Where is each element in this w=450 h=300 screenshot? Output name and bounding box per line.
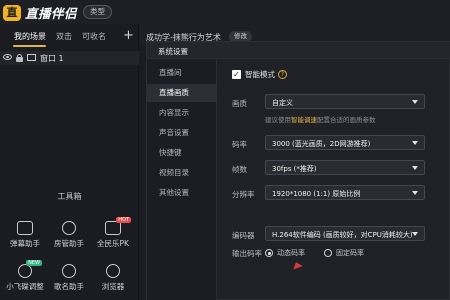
chevron-down-icon xyxy=(412,166,418,170)
tool-label: 小飞碟调整 xyxy=(6,282,44,291)
visibility-eye-icon[interactable] xyxy=(3,54,12,60)
nav-sound-settings[interactable]: 声音设置 xyxy=(147,124,217,142)
bitrate-select[interactable]: 3000 (蓝光画质，2D网游推荐) xyxy=(265,135,425,150)
window-source-icon xyxy=(27,54,36,61)
danmaku-icon xyxy=(17,221,33,235)
left-panel: 我的场景 双击 可收名 + 窗口 1 工具箱 弹幕助手 房管助手 HOT 全民乐… xyxy=(0,24,139,300)
dynamic-bitrate-radio[interactable] xyxy=(265,249,273,257)
tool-label: 弹幕助手 xyxy=(10,239,40,248)
hint-prefix: 建议使用 xyxy=(265,116,291,124)
tool-label: 浏览器 xyxy=(101,282,125,291)
settings-nav: 直播间 直播画质 内容显示 声音设置 快捷键 视频目录 其他设置 xyxy=(147,59,217,300)
smart-mode-checkbox[interactable]: ✓ xyxy=(232,70,241,79)
smart-mode-row: ✓ 智能模式 ? xyxy=(232,69,287,80)
tool-label: 全民乐PK xyxy=(97,239,129,248)
fps-value: 30fps (*推荐) xyxy=(272,165,317,173)
lock-icon[interactable] xyxy=(16,54,23,62)
app-name: 直播伴侣 xyxy=(25,6,78,21)
tool-pk[interactable]: HOT 全民乐PK xyxy=(91,217,135,251)
song-icon xyxy=(62,264,76,278)
hot-badge: HOT xyxy=(116,217,131,223)
smart-mode-label: 智能模式 xyxy=(245,70,275,79)
dialog-title: 系统设置 xyxy=(158,47,188,56)
tool-browser[interactable]: 浏览器 xyxy=(91,264,135,294)
nav-video-directory[interactable]: 视频目录 xyxy=(147,164,217,182)
resolution-select[interactable]: 1920*1080 (1:1) 原始比例 xyxy=(265,185,425,200)
quality-hint: 建议使用智能调速配置合适的画质参数 xyxy=(265,114,376,124)
tool-label: 歌名助手 xyxy=(54,282,84,291)
tool-ufo[interactable]: NEW 小飞碟调整 xyxy=(3,260,47,294)
resolution-label: 分辨率 xyxy=(232,190,255,199)
dynamic-bitrate-option[interactable]: 动态码率 xyxy=(265,248,305,258)
encoder-label: 编码器 xyxy=(232,231,255,240)
add-scene-button[interactable]: + xyxy=(123,28,134,43)
chevron-down-icon xyxy=(412,232,418,236)
quality-value: 自定义 xyxy=(272,99,293,107)
chevron-down-icon xyxy=(412,100,418,104)
new-badge: NEW xyxy=(26,260,42,266)
tool-label: 房管助手 xyxy=(54,239,84,248)
nav-content-display[interactable]: 内容显示 xyxy=(147,104,217,122)
app-logo: 直 直播伴侣 xyxy=(3,3,77,22)
fixed-bitrate-label: 固定码率 xyxy=(336,249,364,257)
fps-select[interactable]: 30fps (*推荐) xyxy=(265,160,425,175)
scene-source-label: 窗口 1 xyxy=(40,54,64,63)
room-admin-icon xyxy=(62,221,76,235)
hint-suffix: 配置合适的画质参数 xyxy=(317,116,376,124)
pk-icon: HOT xyxy=(105,217,131,235)
nav-other-settings[interactable]: 其他设置 xyxy=(147,184,217,202)
output-bitrate-label: 输出码率 xyxy=(232,249,262,258)
fixed-bitrate-option[interactable]: 固定码率 xyxy=(324,248,364,258)
scene-source-row[interactable]: 窗口 1 xyxy=(0,51,139,65)
encoder-value: H.264软件编码 (画质较好，对CPU消耗较大) xyxy=(272,231,413,239)
scene-tabs: 我的场景 双击 可收名 + xyxy=(0,28,139,49)
toolbox-title: 工具箱 xyxy=(57,192,82,201)
dialog-titlebar: 系统设置 xyxy=(147,42,450,59)
fps-label: 帧数 xyxy=(232,165,247,174)
settings-content: ✓ 智能模式 ? 画质 自定义 建议使用智能调速配置合适的画质参数 码率 300… xyxy=(218,59,450,300)
resolution-value: 1920*1080 (1:1) 原始比例 xyxy=(272,190,361,198)
nav-live-room[interactable]: 直播间 xyxy=(147,64,217,82)
nav-live-quality[interactable]: 直播画质 xyxy=(147,84,217,102)
tab-my-scenes[interactable]: 我的场景 xyxy=(14,31,46,42)
type-button[interactable]: 类型 xyxy=(83,5,112,19)
smart-speed-link[interactable]: 智能调速 xyxy=(291,116,317,124)
nav-shortcuts[interactable]: 快捷键 xyxy=(147,144,217,162)
bitrate-label: 码率 xyxy=(232,140,247,149)
dynamic-bitrate-label: 动态码率 xyxy=(277,249,305,257)
help-icon[interactable]: ? xyxy=(278,70,287,79)
quality-label: 画质 xyxy=(232,99,247,108)
quality-select[interactable]: 自定义 xyxy=(265,94,425,109)
app-header: 直 直播伴侣 类型 xyxy=(0,0,450,24)
browser-icon xyxy=(106,264,120,278)
logo-icon: 直 xyxy=(3,4,21,21)
chevron-down-icon xyxy=(412,141,418,145)
encoder-select[interactable]: H.264软件编码 (画质较好，对CPU消耗较大) xyxy=(265,226,425,241)
bitrate-value: 3000 (蓝光画质，2D网游推荐) xyxy=(272,140,371,148)
tab-collection[interactable]: 可收名 xyxy=(82,31,106,42)
chevron-down-icon xyxy=(412,191,418,195)
tab-double-click[interactable]: 双击 xyxy=(56,31,72,42)
active-tab-indicator xyxy=(13,45,46,47)
tool-song-assistant[interactable]: 歌名助手 xyxy=(47,264,91,294)
tool-room-admin[interactable]: 房管助手 xyxy=(47,221,91,251)
fixed-bitrate-radio[interactable] xyxy=(324,249,332,257)
ufo-icon: NEW xyxy=(18,260,42,278)
tool-danmaku-assistant[interactable]: 弹幕助手 xyxy=(3,221,47,251)
